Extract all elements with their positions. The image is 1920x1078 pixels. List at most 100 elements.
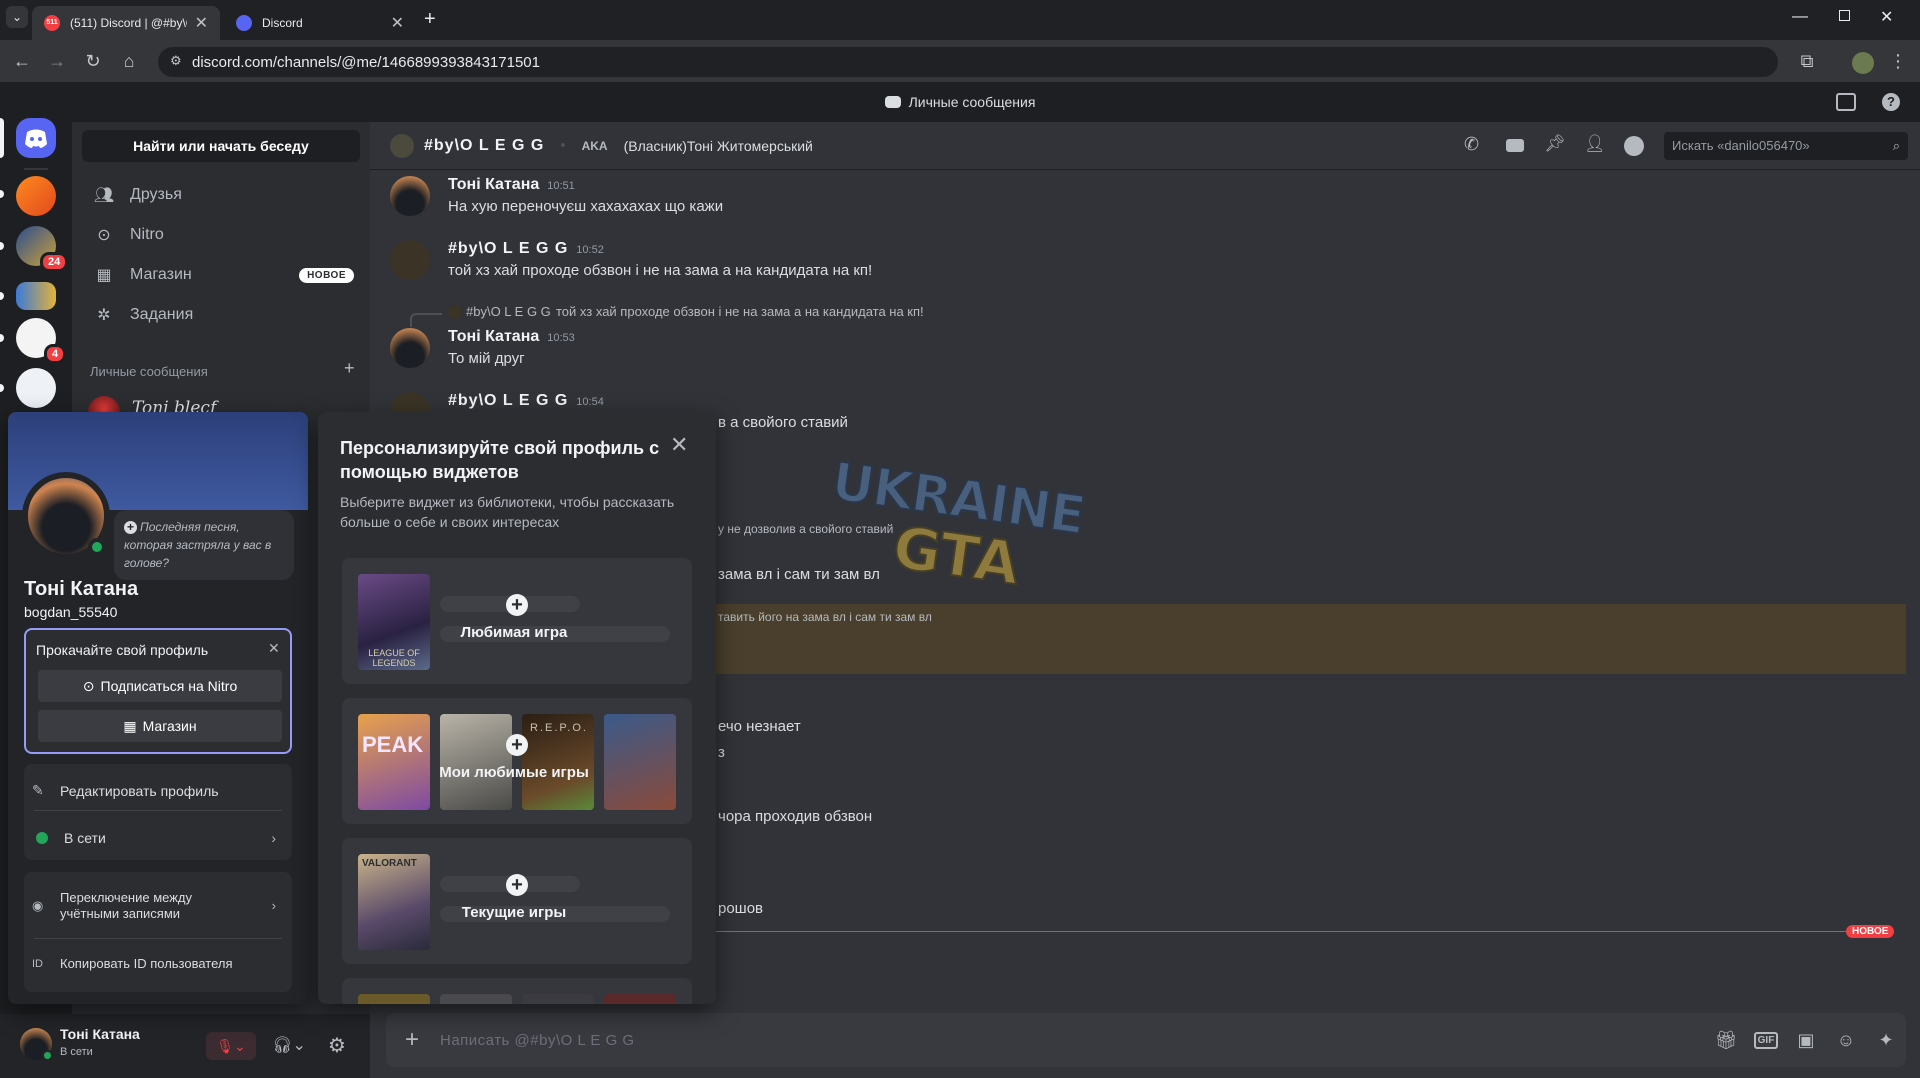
edit-profile-label: Редактировать профиль	[60, 782, 219, 799]
home-icon[interactable]: ⌂	[117, 49, 141, 73]
widget-card-favorite-games[interactable]: PEAK R.E.P.O. + Мои любимые игры	[342, 698, 692, 824]
status-online-dot	[42, 1050, 53, 1061]
message-fragment: в а свойого ставий	[718, 414, 848, 431]
shop-button-label: Магазин	[142, 718, 197, 734]
message-timestamp: 10:53	[547, 332, 575, 344]
sidebar-item-nitro[interactable]: ⊙ Nitro	[80, 216, 362, 254]
sticker-icon[interactable]: ▣	[1786, 1030, 1826, 1051]
url-text: discord.com/channels/@me/146689939384317…	[192, 53, 540, 71]
game-thumbnail	[440, 714, 512, 810]
status-bubble[interactable]: + Последняя песня, которая застряла у вас…	[114, 510, 294, 580]
browser-tab-discord[interactable]: Discord ✕	[224, 6, 416, 40]
subscribe-nitro-button[interactable]: ⊙ Подписаться на Nitro	[38, 670, 282, 702]
game-thumbnail: VALORANT	[358, 854, 430, 950]
status-bubble-text: Последняя песня, которая застряла у вас …	[124, 520, 272, 570]
settings-gear-icon[interactable]: ⚙	[322, 1032, 352, 1060]
reload-icon[interactable]: ↻	[81, 49, 105, 73]
user-panel: Тоні Катана В сети 🎙︎⌄ 🎧︎⌄ ⚙	[0, 1014, 370, 1078]
server-icon[interactable]	[16, 368, 56, 408]
address-bar[interactable]: ⚙ discord.com/channels/@me/1466899393843…	[158, 47, 1778, 77]
emoji-icon[interactable]: ☺	[1826, 1030, 1866, 1051]
message-fragment: ечо незнает	[718, 718, 801, 735]
copy-user-id-item[interactable]: ID Копировать ID пользователя	[32, 956, 286, 971]
profile-popout: + Последняя песня, которая застряла у вас…	[8, 412, 308, 1004]
message-author[interactable]: #by\O L E G G	[448, 240, 568, 257]
message-author[interactable]: #by\O L E G G	[448, 392, 568, 409]
find-conversation-button[interactable]: Найти или начать беседу	[82, 130, 360, 162]
close-tab-icon[interactable]: ✕	[195, 13, 208, 33]
widget-card-label: Мои любимые игры	[439, 764, 589, 781]
game-thumbnail-title: R.E.P.O.	[530, 722, 588, 734]
widgets-popout: Персонализируйте свой профиль с помощью …	[318, 412, 716, 1004]
back-icon[interactable]: ←	[10, 49, 34, 73]
restore-window-icon[interactable]	[1839, 10, 1850, 21]
close-upsell-icon[interactable]: ✕	[268, 640, 280, 657]
new-messages-divider	[716, 931, 1890, 932]
game-thumbnail-title: PEAK	[362, 732, 424, 757]
shop-button[interactable]: ▦ Магазин	[38, 710, 282, 742]
switch-accounts-item[interactable]: ◉ Переключение между учётными записями ›	[32, 890, 286, 922]
message-timestamp: 10:54	[576, 396, 604, 408]
widget-card[interactable]	[342, 978, 692, 1004]
inbox-icon[interactable]	[1836, 93, 1856, 111]
browser-menu-icon[interactable]: ⋮	[1886, 49, 1910, 73]
message-timestamp: 10:52	[576, 244, 604, 256]
chat-search-input[interactable]: Искать «danilo056470» ⌕	[1664, 132, 1908, 160]
help-icon[interactable]: ?	[1882, 93, 1900, 111]
apps-icon[interactable]: ✦	[1866, 1030, 1906, 1051]
gif-icon[interactable]: GIF	[1746, 1031, 1786, 1049]
profile-upsell-card: Прокачайте свой профиль ✕ ⊙ Подписаться н…	[24, 628, 292, 754]
sidebar-item-friends[interactable]: 👥︎ Друзья	[80, 176, 362, 214]
account-switch-icon: ◉	[32, 898, 44, 913]
new-tab-button[interactable]: +	[424, 8, 436, 31]
app-titlebar: Личные сообщения ?	[0, 82, 1920, 122]
widget-card-label: Любимая игра	[460, 624, 568, 641]
create-dm-icon[interactable]: +	[344, 358, 355, 379]
message-author[interactable]: Тоні Катана	[448, 328, 539, 345]
game-thumbnail	[440, 994, 512, 1004]
direct-messages-home-icon[interactable]	[16, 118, 56, 158]
online-dot-icon	[36, 832, 48, 844]
tab-search-button[interactable]: ⌄	[6, 6, 28, 28]
chat-recipient-name[interactable]: #by\O L E G G	[424, 137, 544, 155]
chevron-right-icon: ›	[271, 830, 276, 846]
minimize-window-icon[interactable]: —	[1792, 8, 1808, 26]
profile-avatar-icon[interactable]	[1852, 52, 1874, 74]
user-profile-icon[interactable]	[1624, 136, 1644, 156]
nitro-icon: ⊙	[97, 227, 111, 244]
voice-call-icon[interactable]: ✆	[1464, 134, 1479, 155]
widget-card-favorite-game[interactable]: LEAGUE OF LEGENDS + Любимая игра	[342, 558, 692, 684]
close-icon[interactable]: ✕	[670, 432, 688, 458]
sidebar-item-shop[interactable]: ▦ Магазин НОВОЕ	[80, 256, 362, 294]
close-window-icon[interactable]: ✕	[1880, 7, 1893, 27]
site-info-icon[interactable]: ⚙	[170, 53, 182, 69]
online-status-item[interactable]: В сети ›	[32, 830, 286, 846]
game-thumbnail: R.E.P.O.	[522, 714, 594, 810]
nitro-button-label: Подписаться на Nitro	[100, 678, 238, 694]
pinned-messages-icon[interactable]: 📌︎	[1544, 134, 1566, 154]
extensions-icon[interactable]: ⧉	[1795, 49, 1819, 73]
game-thumbnail	[358, 994, 430, 1004]
edit-profile-item[interactable]: ✎ Редактировать профиль	[32, 782, 286, 799]
message-input[interactable]: Написать @#by\O L E G G	[440, 1032, 1706, 1049]
browser-tab-discord-dm[interactable]: 511 (511) Discord | @#by\O L E G G ✕	[32, 6, 220, 40]
message-header: #by\O L E G G 10:54	[448, 392, 604, 410]
gift-icon[interactable]: 🎁︎	[1706, 1030, 1746, 1051]
add-friends-to-dm-icon[interactable]: 👤︎	[1584, 134, 1606, 154]
forward-icon[interactable]: →	[45, 49, 69, 73]
server-icon[interactable]	[16, 176, 56, 216]
message-text: То мій друг	[448, 350, 525, 367]
discord-favicon-icon	[236, 15, 252, 31]
sidebar-item-quests[interactable]: ✲ Задания	[80, 296, 362, 334]
attach-plus-icon[interactable]: +	[400, 1028, 424, 1052]
mute-microphone-icon[interactable]: 🎙︎⌄	[206, 1032, 256, 1060]
widget-card-current-games[interactable]: VALORANT + Текущие игры	[342, 838, 692, 964]
video-call-icon[interactable]	[1506, 139, 1524, 152]
headphones-icon[interactable]: 🎧︎⌄	[266, 1032, 312, 1060]
id-badge-icon: ID	[32, 957, 43, 970]
message-text: той хз хай проходе обзвон і не на зама а…	[448, 262, 873, 279]
server-icon[interactable]	[16, 282, 56, 310]
message-author[interactable]: Тоні Катана	[448, 176, 539, 193]
close-tab-icon[interactable]: ✕	[391, 13, 404, 33]
divider	[34, 810, 282, 811]
